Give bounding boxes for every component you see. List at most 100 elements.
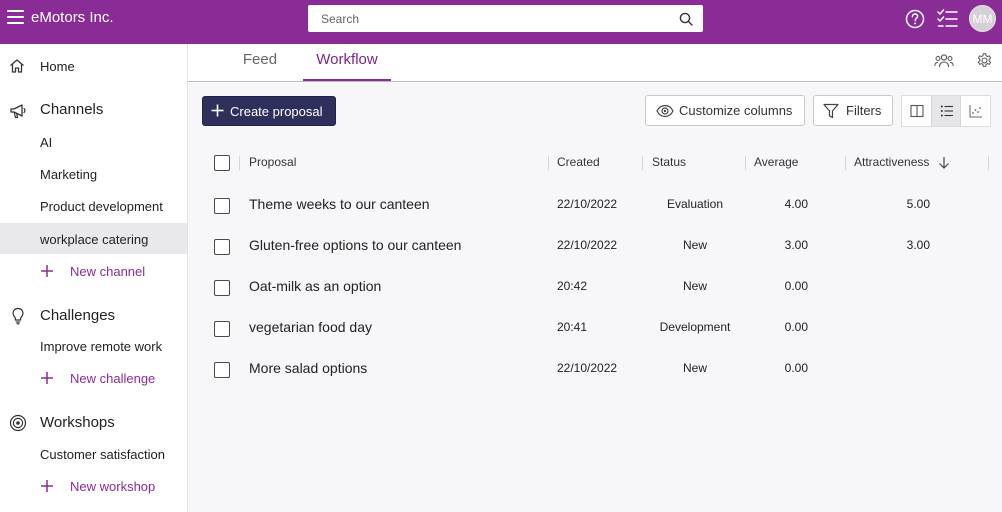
- filters-label: Filters: [846, 103, 882, 118]
- average-value: 0.00: [784, 320, 808, 334]
- status-value: New: [682, 361, 707, 375]
- create-proposal-label: Create proposal: [230, 103, 323, 119]
- sidebar-item-label: New channel: [70, 264, 146, 279]
- row-checkbox[interactable]: [214, 362, 230, 378]
- filters-button[interactable]: Filters: [813, 95, 893, 126]
- tab-bar: Feed Workflow: [188, 44, 1002, 82]
- view-switcher: [901, 95, 991, 127]
- plus-icon: [41, 372, 53, 384]
- column-divider: [745, 156, 746, 170]
- sidebar: Home Channels AI Marketing Product devel…: [0, 44, 188, 512]
- column-divider: [239, 156, 240, 170]
- customize-columns-label: Customize columns: [679, 103, 793, 118]
- sidebar-item-workshop[interactable]: Customer satisfaction: [0, 439, 187, 469]
- sidebar-item-channel[interactable]: Marketing: [0, 159, 187, 189]
- row-checkbox[interactable]: [214, 198, 230, 214]
- table-row[interactable]: Oat-milk as an option 20:42 New 0.00: [201, 266, 991, 307]
- search-input[interactable]: [308, 5, 668, 32]
- kanban-view-button[interactable]: [902, 96, 932, 126]
- select-all-checkbox[interactable]: [214, 155, 230, 171]
- status-value: New: [682, 238, 707, 252]
- status-value: New: [682, 279, 707, 293]
- column-header-created[interactable]: Created: [557, 155, 600, 169]
- eye-icon: [656, 104, 674, 118]
- sidebar-item-label: AI: [40, 135, 53, 150]
- funnel-icon: [823, 103, 839, 119]
- app-title: eMotors Inc.: [31, 9, 114, 26]
- status-value: Development: [659, 320, 731, 334]
- new-channel-button[interactable]: New channel: [0, 256, 187, 286]
- created-date: 20:42: [557, 279, 588, 293]
- column-header-status[interactable]: Status: [652, 155, 686, 169]
- sidebar-item-channel[interactable]: AI: [0, 127, 187, 157]
- columns-icon: [910, 104, 924, 118]
- row-checkbox[interactable]: [214, 321, 230, 337]
- create-proposal-button[interactable]: Create proposal: [202, 96, 336, 126]
- row-checkbox[interactable]: [214, 280, 230, 296]
- table-row[interactable]: More salad options 22/10/2022 New 0.00: [201, 348, 991, 389]
- scatter-view-button[interactable]: [961, 96, 991, 126]
- average-value: 4.00: [784, 197, 808, 211]
- column-header-average[interactable]: Average: [754, 155, 798, 169]
- sidebar-item-label: workplace catering: [40, 232, 149, 247]
- proposal-title[interactable]: Oat-milk as an option: [249, 278, 381, 294]
- sidebar-section-channels[interactable]: Channels: [0, 96, 187, 124]
- checklist-icon[interactable]: [937, 9, 958, 28]
- help-icon[interactable]: [905, 9, 925, 29]
- search-icon[interactable]: [679, 12, 693, 26]
- proposal-title[interactable]: More salad options: [249, 360, 367, 376]
- sidebar-item-label: New challenge: [70, 371, 156, 386]
- sidebar-item-label: Improve remote work: [40, 339, 163, 354]
- average-value: 0.00: [784, 361, 808, 375]
- plus-icon: [211, 104, 224, 117]
- attractiveness-value: 3.00: [906, 238, 930, 252]
- lightbulb-icon: [12, 307, 24, 325]
- plus-icon: [41, 480, 53, 492]
- customize-columns-button[interactable]: Customize columns: [645, 95, 805, 126]
- proposal-title[interactable]: Theme weeks to our canteen: [249, 196, 430, 212]
- table-row[interactable]: Gluten-free options to our canteen 22/10…: [201, 225, 991, 266]
- people-icon[interactable]: [934, 53, 954, 69]
- arrow-down-icon[interactable]: [938, 156, 950, 169]
- column-header-attractiveness[interactable]: Attractiveness: [854, 155, 929, 169]
- sidebar-item-label: Home: [40, 59, 75, 74]
- tab-workflow[interactable]: Workflow: [303, 44, 391, 81]
- created-date: 22/10/2022: [557, 238, 618, 252]
- sidebar-item-label: Customer satisfaction: [40, 447, 165, 462]
- sidebar-section-workshops[interactable]: Workshops: [0, 409, 187, 437]
- created-date: 22/10/2022: [557, 197, 618, 211]
- target-icon: [9, 414, 27, 432]
- proposal-title[interactable]: Gluten-free options to our canteen: [249, 237, 461, 253]
- column-header-proposal[interactable]: Proposal: [249, 155, 296, 169]
- sidebar-item-channel-active[interactable]: workplace catering: [0, 223, 187, 254]
- user-avatar[interactable]: MM: [969, 5, 996, 32]
- gear-icon[interactable]: [976, 52, 993, 69]
- attractiveness-value: 5.00: [906, 197, 930, 211]
- sidebar-item-label: New workshop: [70, 479, 156, 494]
- home-icon: [10, 59, 24, 73]
- workflow-content: Create proposal Customize columns Filter…: [188, 83, 1002, 512]
- megaphone-icon: [10, 104, 26, 119]
- table-header: Proposal Created Status Average Attracti…: [201, 143, 991, 183]
- sidebar-item-channel[interactable]: Product development: [0, 191, 187, 221]
- created-date: 20:41: [557, 320, 588, 334]
- list-view-button[interactable]: [931, 96, 961, 126]
- sidebar-item-label: Product development: [40, 199, 163, 214]
- proposal-title[interactable]: vegetarian food day: [249, 319, 372, 335]
- table-row[interactable]: Theme weeks to our canteen 22/10/2022 Ev…: [201, 184, 991, 225]
- list-icon: [940, 105, 953, 117]
- new-workshop-button[interactable]: New workshop: [0, 471, 187, 501]
- search-box: [308, 5, 703, 32]
- sidebar-item-label: Marketing: [40, 167, 98, 182]
- sidebar-item-challenge[interactable]: Improve remote work: [0, 331, 187, 361]
- row-checkbox[interactable]: [214, 239, 230, 255]
- column-divider: [988, 156, 989, 170]
- tab-feed[interactable]: Feed: [233, 44, 287, 82]
- sidebar-section-challenges[interactable]: Challenges: [0, 302, 187, 330]
- table-row[interactable]: vegetarian food day 20:41 Development 0.…: [201, 307, 991, 348]
- column-divider: [845, 156, 846, 170]
- menu-icon[interactable]: [7, 10, 24, 26]
- new-challenge-button[interactable]: New challenge: [0, 363, 187, 393]
- sidebar-item-home[interactable]: Home: [0, 52, 187, 80]
- sidebar-section-title: Workshops: [40, 414, 115, 431]
